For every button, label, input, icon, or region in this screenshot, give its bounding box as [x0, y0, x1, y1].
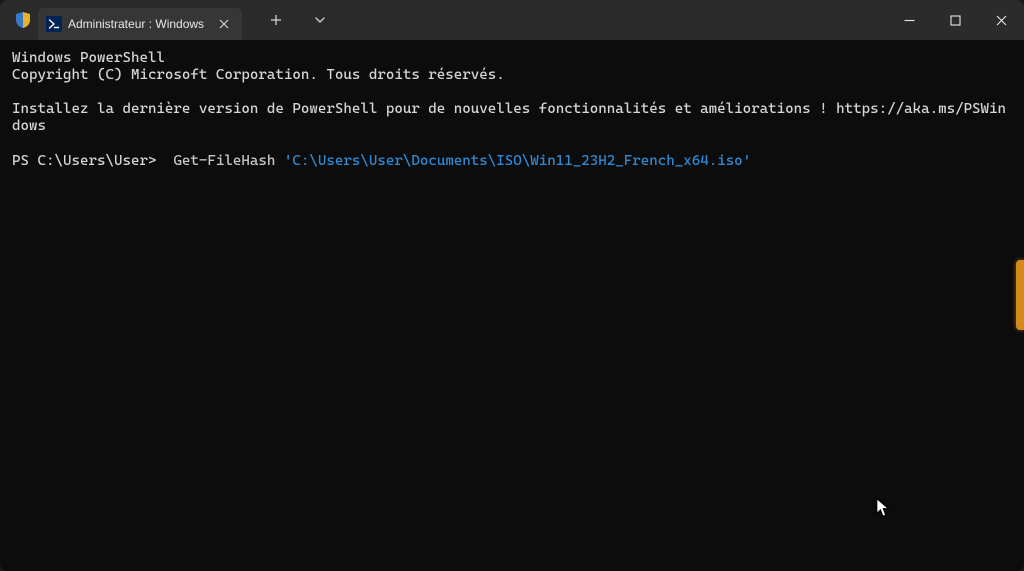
tab-close-button[interactable]	[214, 14, 234, 34]
command-argument: 'C:\Users\User\Documents\ISO\Win11_23H2_…	[284, 153, 751, 169]
titlebar: Administrateur : Windows Po	[0, 0, 1024, 40]
chevron-down-icon	[314, 14, 326, 26]
terminal-output[interactable]: Windows PowerShell Copyright (C) Microso…	[0, 40, 1024, 571]
tab-title: Administrateur : Windows Po	[68, 17, 208, 31]
minimize-icon	[904, 15, 915, 26]
terminal-window: Administrateur : Windows Po	[0, 0, 1024, 571]
plus-icon	[270, 14, 282, 26]
install-message: Installez la dernière version de PowerSh…	[12, 101, 1006, 134]
tab-powershell[interactable]: Administrateur : Windows Po	[38, 8, 242, 40]
close-window-button[interactable]	[978, 0, 1024, 40]
maximize-icon	[950, 15, 961, 26]
window-controls	[886, 0, 1024, 40]
banner-line-1: Windows PowerShell	[12, 50, 165, 66]
close-icon	[996, 15, 1007, 26]
banner-line-2: Copyright (C) Microsoft Corporation. Tou…	[12, 67, 505, 83]
tab-dropdown-button[interactable]	[306, 6, 334, 34]
new-tab-button[interactable]	[262, 6, 290, 34]
command: Get-FileHash	[173, 153, 275, 169]
tab-actions	[262, 6, 334, 34]
powershell-icon	[46, 16, 62, 32]
maximize-button[interactable]	[932, 0, 978, 40]
minimize-button[interactable]	[886, 0, 932, 40]
close-icon	[219, 19, 229, 29]
admin-shield-icon	[14, 11, 32, 29]
scrollbar-indicator[interactable]	[1016, 260, 1024, 330]
prompt: PS C:\Users\User>	[12, 153, 165, 169]
